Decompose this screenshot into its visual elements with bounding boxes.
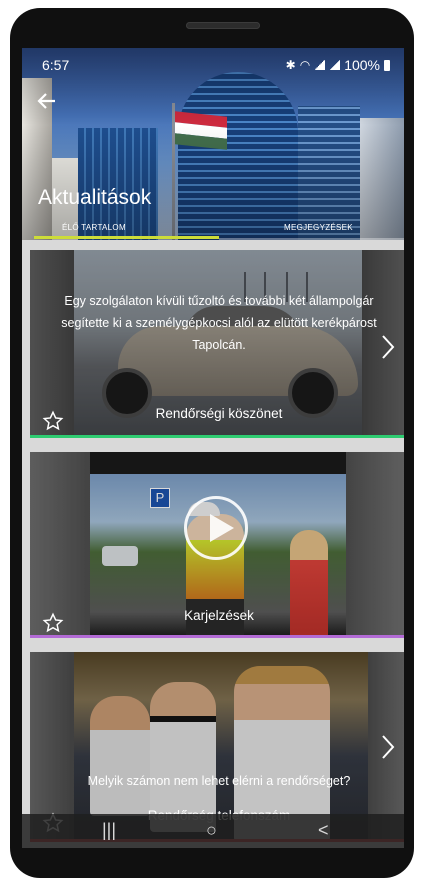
nav-back-button[interactable]: < [318,820,329,841]
home-button[interactable]: ○ [206,820,217,841]
system-nav-bar: ||| ○ < [22,814,404,848]
star-outline-icon [42,612,64,633]
arrow-left-icon [37,93,55,109]
news-card[interactable]: Egy szolgálaton kívüli tűzoltó és tovább… [30,250,404,438]
card-description: Egy szolgálaton kívüli tűzoltó és tovább… [61,294,377,352]
recents-button[interactable]: ||| [102,820,116,841]
tab-indicator [34,236,219,239]
tab-notes[interactable]: MEGJEGYZÉSEK [284,223,353,232]
play-icon[interactable] [184,496,248,560]
status-bar: 6:57 ✱ ◠ 100% [22,48,404,78]
phone-frame: 6:57 ✱ ◠ 100% Aktualitások ÉLŐ TARTALOM … [10,8,414,878]
card-description: Melyik számon nem lehet elérni a rendőrs… [87,774,351,788]
back-button[interactable] [36,90,62,116]
card-title: Karjelzések [184,608,254,623]
next-button[interactable] [378,732,398,762]
signal-icon [314,60,326,70]
card-title: Rendőrségi köszönet [155,406,283,421]
tab-track [219,238,404,240]
battery-icon [384,59,390,71]
app-screen: 6:57 ✱ ◠ 100% Aktualitások ÉLŐ TARTALOM … [22,48,404,848]
next-button[interactable] [378,332,398,362]
wifi-icon: ◠ [299,58,311,72]
status-time: 6:57 [42,57,70,73]
news-card[interactable]: P Karjelzések [30,452,404,638]
status-icons: ✱ ◠ 100% [286,57,390,73]
header-banner: 6:57 ✱ ◠ 100% Aktualitások ÉLŐ TARTALOM … [22,48,404,240]
battery-percent: 100% [344,57,380,73]
star-outline-icon [42,410,64,431]
card-accent [30,435,404,438]
chevron-right-icon [382,735,395,759]
favorite-button[interactable] [42,612,64,634]
phone-speaker [186,22,260,29]
chevron-right-icon [382,335,395,359]
bluetooth-icon: ✱ [285,58,296,72]
page-title: Aktualitások [38,186,152,209]
card-accent [30,635,404,638]
signal-icon [329,60,341,70]
tab-live-content[interactable]: ÉLŐ TARTALOM [62,223,126,232]
favorite-button[interactable] [42,410,64,432]
